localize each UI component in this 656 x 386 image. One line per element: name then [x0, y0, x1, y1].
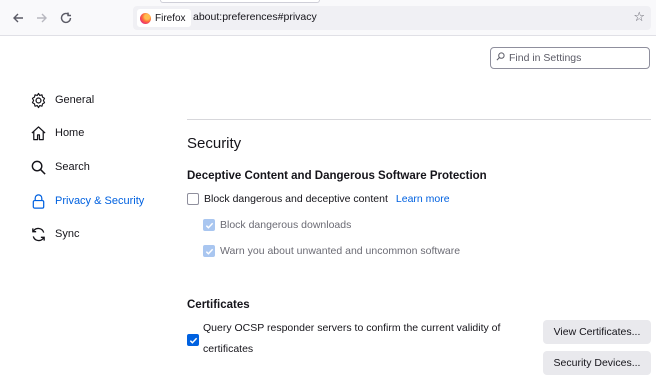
identity-label: Firefox — [155, 12, 186, 24]
firefox-logo-icon — [140, 12, 151, 24]
warn-unwanted-row: Warn you about unwanted and uncommon sof… — [203, 245, 460, 257]
block-deceptive-checkbox[interactable] — [187, 193, 199, 205]
sidebar-item-search[interactable]: Search — [30, 155, 90, 179]
find-placeholder: Find in Settings — [509, 52, 582, 64]
security-devices-button[interactable]: Security Devices... — [543, 351, 651, 375]
section-divider — [187, 119, 651, 120]
warn-unwanted-label[interactable]: Warn you about unwanted and uncommon sof… — [220, 245, 460, 257]
sidebar-item-general[interactable]: General — [30, 88, 94, 112]
block-deceptive-label[interactable]: Block dangerous and deceptive content — [204, 193, 388, 205]
warn-unwanted-checkbox[interactable] — [203, 245, 215, 257]
gear-icon — [31, 92, 46, 108]
reload-button[interactable] — [56, 8, 76, 28]
checkmark-icon — [205, 222, 213, 229]
back-icon — [13, 13, 23, 23]
sidebar-item-label: Sync — [55, 228, 80, 240]
block-deceptive-row: Block dangerous and deceptive content Le… — [187, 193, 450, 205]
lock-icon — [32, 193, 45, 209]
home-icon — [31, 125, 46, 140]
ocsp-label-line1[interactable]: Query OCSP responder servers to confirm … — [203, 322, 500, 334]
sidebar-item-label: Privacy & Security — [55, 195, 145, 207]
url-text[interactable]: about:preferences#privacy — [193, 11, 317, 23]
search-icon — [496, 52, 505, 61]
browser-toolbar: Firefox about:preferences#privacy ☆ — [0, 0, 656, 36]
sidebar-item-privacy-security[interactable]: Privacy & Security — [30, 189, 144, 213]
block-downloads-checkbox[interactable] — [203, 219, 215, 231]
sidebar-item-sync[interactable]: Sync — [30, 222, 79, 246]
checkmark-icon — [205, 248, 213, 255]
deceptive-heading: Deceptive Content and Dangerous Software… — [187, 170, 487, 182]
sidebar-item-home[interactable]: Home — [30, 121, 84, 145]
url-bar[interactable]: Firefox about:preferences#privacy ☆ — [133, 6, 651, 30]
sync-icon — [32, 227, 45, 241]
find-in-settings-input[interactable]: Find in Settings — [490, 47, 650, 69]
block-downloads-label[interactable]: Block dangerous downloads — [220, 219, 351, 231]
forward-button[interactable] — [32, 8, 52, 28]
back-button[interactable] — [8, 8, 28, 28]
forward-icon — [37, 13, 47, 23]
block-downloads-row: Block dangerous downloads — [203, 219, 351, 231]
ocsp-checkbox[interactable] — [187, 334, 199, 346]
learn-more-link[interactable]: Learn more — [396, 193, 450, 205]
section-title: Security — [187, 135, 242, 152]
active-tab-edge[interactable] — [160, 0, 320, 3]
checkmark-icon — [189, 337, 197, 344]
view-certificates-button[interactable]: View Certificates... — [543, 320, 651, 344]
sidebar-item-label: General — [55, 94, 95, 106]
identity-box[interactable]: Firefox — [137, 9, 191, 27]
ocsp-label-line2[interactable]: certificates — [203, 343, 253, 355]
bookmark-star-icon[interactable]: ☆ — [633, 9, 645, 25]
magnifier-icon — [31, 160, 46, 175]
sidebar-item-label: Search — [55, 161, 90, 173]
sidebar-item-label: Home — [55, 127, 85, 139]
reload-icon — [60, 12, 72, 24]
certificates-heading: Certificates — [187, 299, 250, 311]
